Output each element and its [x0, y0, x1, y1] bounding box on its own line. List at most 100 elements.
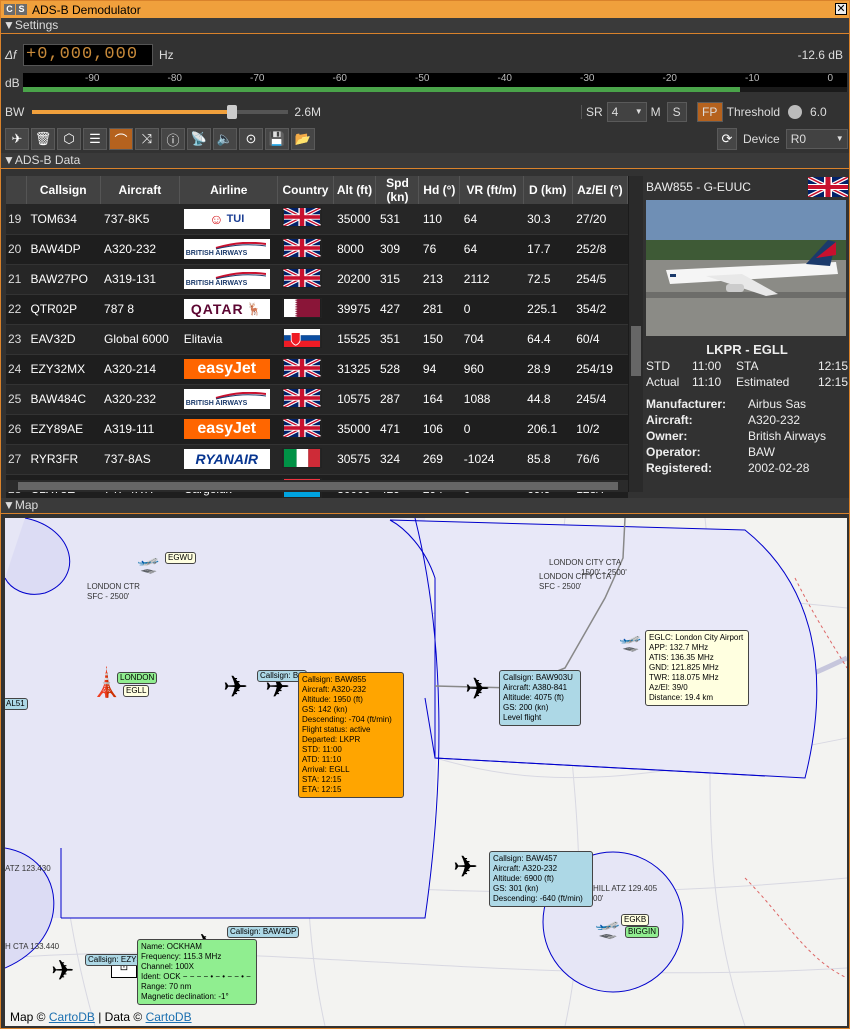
popup-london-city-airport[interactable]: EGLC: London City Airport APP: 132.7 MHz A… — [645, 630, 749, 706]
table-row[interactable]: 19 TOM634 737-8K5 ☺ TUI 35000 531 110 64 30.3 27/… — [6, 204, 628, 235]
aircraft-icon-baw457[interactable]: ✈ — [453, 850, 478, 885]
refresh-icon[interactable]: ⟳ — [717, 128, 737, 150]
flip-icon[interactable]: ⤨ — [135, 128, 159, 150]
popup-line: GND: 121.825 MHz — [649, 663, 719, 672]
adsb-data-section-header[interactable]: ▼ADS-B Data — [1, 153, 849, 169]
table-row[interactable]: 21 BAW27PO A319-131 BRITISH AIRWAYS 20200 315… — [6, 264, 628, 295]
antenna-icon[interactable]: 📡 — [187, 128, 211, 150]
cell-altitude: 30575 — [333, 444, 376, 475]
column-header[interactable]: VR (ft/m) — [459, 176, 524, 204]
horizontal-scrollbar[interactable] — [6, 480, 628, 492]
airport-icon[interactable]: 🛫 — [595, 916, 620, 941]
bandwidth-row: BW 2.6M SR 4 ▼ M S FP Threshold 6.0 — [1, 101, 849, 123]
airplane-icon[interactable]: ✈ — [5, 128, 29, 150]
aircraft-icon-baw903u[interactable]: ✈ — [465, 672, 490, 707]
bandwidth-slider-handle[interactable] — [227, 105, 238, 119]
tape-icon[interactable]: ⊙ — [239, 128, 263, 150]
column-header[interactable]: D (km) — [523, 176, 573, 204]
airport-tag-egkb[interactable]: EGKB — [621, 914, 650, 926]
column-header[interactable]: Airline — [179, 176, 279, 204]
airport-tag-egll[interactable]: EGLL — [123, 685, 150, 697]
aircraft-icon-ezy32mx[interactable]: ✈ — [51, 954, 74, 987]
airport-tag-london[interactable]: LONDON — [117, 672, 158, 684]
chevron-down-icon: ▼ — [634, 107, 643, 116]
aircraft-photo — [646, 200, 846, 336]
column-header[interactable]: Aircraft — [100, 176, 181, 204]
table-row[interactable]: 20 BAW4DP A320-232 BRITISH AIRWAYS 8000 309 76… — [6, 234, 628, 265]
threshold-label: Threshold — [726, 105, 781, 119]
s-button[interactable]: S — [666, 102, 687, 122]
cell-country — [277, 324, 334, 355]
popup-ockham-vor[interactable]: Name: OCKHAM Frequency: 115.3 MHz Channel:… — [137, 939, 257, 1005]
popup-baw457[interactable]: Callsign: BAW457 Aircraft: A320-232 Altitu… — [489, 851, 593, 907]
estimated-value: 12:15 — [817, 375, 849, 389]
open-file-icon[interactable]: 📂 — [291, 128, 315, 150]
airport-tag-biggin[interactable]: BIGGIN — [625, 926, 660, 938]
cell-airline: easyJet — [179, 414, 278, 445]
close-button[interactable]: ✕ — [835, 3, 847, 15]
threshold-dial[interactable] — [788, 105, 803, 119]
column-header[interactable]: Az/El (°) — [572, 176, 629, 204]
aircraft-tag-baw4dp[interactable]: Callsign: BAW4DP — [227, 926, 300, 938]
cell-distance: 225.1 — [523, 294, 573, 325]
vertical-scrollbar-thumb[interactable] — [631, 326, 641, 376]
table-row[interactable]: 24 EZY32MX A320-214 easyJet 31325 528 94 960 28.… — [6, 354, 628, 385]
cell-callsign: RYR3FR — [26, 444, 101, 475]
level-meter — [23, 87, 847, 92]
airport-icon[interactable]: 🛫 — [137, 554, 159, 575]
channel-s-button[interactable]: S — [16, 4, 27, 15]
column-header[interactable]: Hd (°) — [418, 176, 461, 204]
sample-rate-select[interactable]: 4 ▼ — [606, 102, 647, 122]
menu-icon[interactable]: ☰ — [83, 128, 107, 150]
column-header[interactable]: Spd (kn) — [375, 176, 420, 204]
popup-line: STD: 11:00 — [302, 745, 342, 754]
table-row[interactable]: 26 EZY89AE A319-111 easyJet 35000 471 106 0 206.… — [6, 414, 628, 445]
flag-uk-icon — [281, 236, 322, 259]
chevron-down-icon: ▼ — [835, 134, 844, 143]
table-row[interactable]: 25 BAW484C A320-232 BRITISH AIRWAYS 10575 287… — [6, 384, 628, 415]
frequency-offset-input[interactable]: +0,000,000 — [23, 44, 153, 66]
column-header[interactable]: Country — [277, 176, 334, 204]
cartodb-data-link[interactable]: CartoDB — [146, 1010, 192, 1024]
map-section-header[interactable]: ▼Map — [1, 498, 849, 514]
popup-line: Departed: LKPR — [302, 735, 361, 744]
table-row[interactable]: 22 QTR02P 787 8 QATAR 🦌 39975 427 281 0 225.1 354/… — [6, 294, 628, 325]
map-view[interactable]: LONDON CTR SFC - 2500' LONDON CITY CTA 1… — [5, 518, 847, 1026]
settings-section-header[interactable]: ▼Settings — [1, 18, 849, 34]
bandwidth-slider[interactable] — [32, 105, 289, 119]
channel-c-button[interactable]: C — [4, 4, 15, 15]
sample-rate-value: 4 — [611, 105, 619, 119]
airport-tag-egwu[interactable]: EGWU — [165, 552, 196, 564]
speaker-icon[interactable]: 🔈 — [213, 128, 237, 150]
aircraft-table[interactable]: Callsign Aircraft Airline Country Alt (ft) Sp… — [6, 176, 643, 505]
table-row[interactable]: 23 EAV32D Global 6000 Elitavia 15525 351 150 70… — [6, 324, 628, 355]
column-header[interactable]: Callsign — [26, 176, 101, 204]
popup-baw855[interactable]: Callsign: BAW855 Aircraft: A320-232 Altitu… — [298, 672, 404, 798]
info-icon[interactable]: ⓘ — [161, 128, 185, 150]
airport-icon[interactable]: 🛫 — [619, 632, 641, 653]
detail-key: Manufacturer: — [646, 397, 727, 411]
popup-line: TWR: 118.075 MHz — [649, 673, 719, 682]
hexagon-icon[interactable]: ⬡ — [57, 128, 81, 150]
cell-aircraft: A320-214 — [100, 354, 180, 385]
aircraft-icon[interactable]: ✈ — [223, 670, 248, 705]
scale-tick-label: 0 — [827, 73, 834, 84]
cartodb-link[interactable]: CartoDB — [49, 1010, 95, 1024]
popup-baw903u[interactable]: Callsign: BAW903U Aircraft: A380-841 Altit… — [499, 670, 581, 726]
detail-key: Operator: — [646, 445, 701, 459]
cell-airline: ☺ TUI — [179, 204, 278, 235]
curve-icon[interactable]: ⌒ — [109, 128, 133, 150]
fp-button[interactable]: FP — [696, 102, 723, 122]
device-select[interactable]: R0 ▼ — [785, 129, 848, 149]
row-index: 24 — [6, 354, 27, 385]
map-label-atz: ATZ 123.430 — [5, 864, 51, 873]
airport-tag-al51[interactable]: AL51 — [5, 698, 28, 710]
save-icon[interactable]: 💾 — [265, 128, 289, 150]
column-header[interactable]: Alt (ft) — [333, 176, 377, 204]
table-row[interactable]: 27 RYR3FR 737-8AS RYANAIR 30575 324 269 -1024 85… — [6, 444, 628, 475]
scale-tick-label: -30 — [580, 73, 595, 84]
sta-value: 12:15 — [817, 359, 849, 373]
horizontal-scrollbar-thumb[interactable] — [18, 482, 618, 490]
trash-icon[interactable]: 🗑 — [31, 128, 55, 150]
vertical-scrollbar[interactable] — [629, 176, 643, 492]
